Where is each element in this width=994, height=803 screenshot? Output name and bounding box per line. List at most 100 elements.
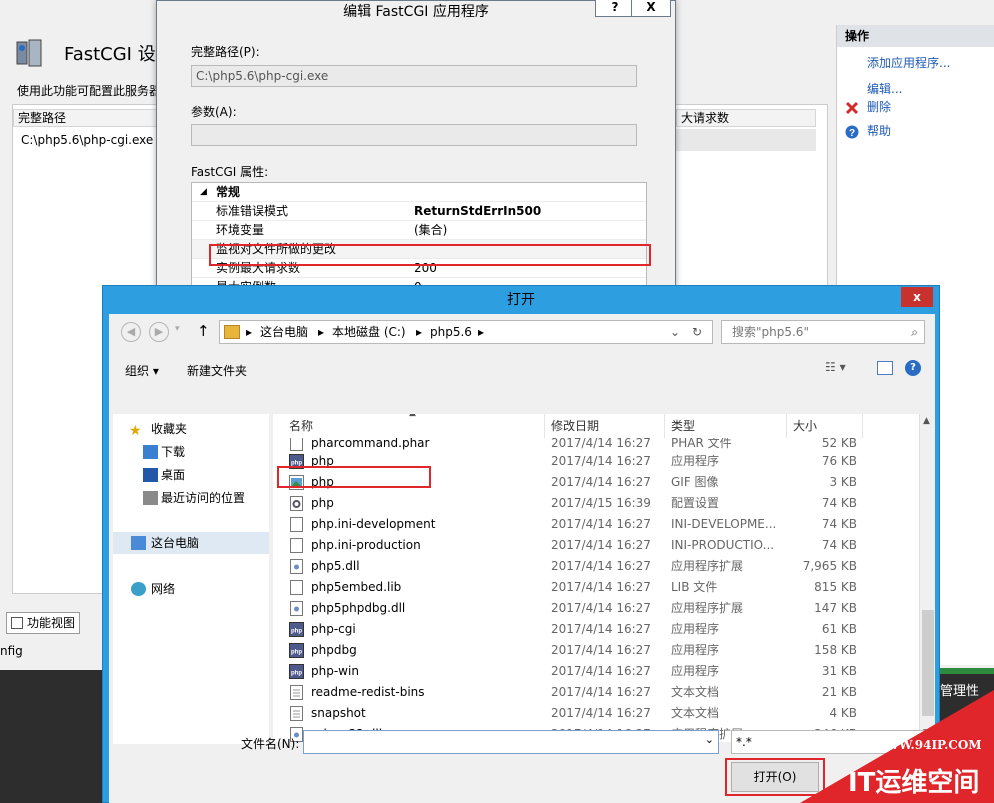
dll-icon [289,559,304,574]
nav-recent[interactable]: 最近访问的位置 [113,487,269,509]
view-options-icon[interactable]: ☷ ▾ [825,360,846,374]
features-view-label: 功能视图 [27,616,76,630]
args-field[interactable] [191,124,637,146]
file-type: 应用程序 [671,664,720,678]
feature-description: 使用此功能可配置此服务器 [17,84,162,98]
help-link[interactable]: ? 帮助 [837,120,994,142]
address-bar[interactable]: ▸ 这台电脑 ▸ 本地磁盘 (C:) ▸ php5.6 ▸ ⌄ ↻ [219,320,713,344]
filename-input[interactable]: ⌄ [303,730,719,754]
column-size[interactable]: 大小 [787,414,863,438]
preview-pane-icon[interactable] [877,361,893,375]
edit-close-button[interactable]: X [631,0,671,17]
nav-downloads[interactable]: 下载 [113,441,269,463]
php-exe-icon: php [289,664,304,679]
nav-downloads-label: 下载 [161,445,186,459]
nav-network-label: 网络 [151,582,176,596]
prop-value: (集合) [414,223,448,237]
filename-label: 文件名(N): [241,737,300,751]
file-list-header: 名称 修改日期 类型 大小 ▲ [273,414,919,438]
prop-row[interactable]: 标准错误模式 ReturnStdErrIn500 [192,202,646,221]
recent-dropdown-icon[interactable]: ▾ [175,324,180,334]
text-file-icon [289,706,304,721]
column-maxreq[interactable]: 大请求数 [676,109,816,127]
file-row[interactable]: php phpdbg 2017/4/14 16:27 应用程序 158 KB [273,640,919,661]
file-date: 2017/4/14 16:27 [551,706,651,720]
watermark: WWW.94IP.COM IT运维空间 [800,690,994,803]
column-date[interactable]: 修改日期 [545,414,665,438]
forward-button[interactable]: ▶ [149,322,169,342]
filter-value: *.* [736,735,752,749]
file-row[interactable]: php.ini-development 2017/4/14 16:27 INI-DE… [273,514,919,535]
edit-help-button[interactable]: ? [595,0,635,17]
search-input[interactable]: 搜索"php5.6" ⌕ [721,320,925,344]
prop-row[interactable]: 环境变量 (集合) [192,221,646,240]
open-close-button[interactable]: x [901,287,933,307]
back-button[interactable]: ◀ [121,322,141,342]
column-fullpath[interactable]: 完整路径 [13,109,159,127]
breadcrumb-this-pc[interactable]: 这台电脑 [260,321,308,343]
column-type[interactable]: 类型 [665,414,787,438]
file-type: 文本文档 [671,706,720,720]
nav-network[interactable]: 网络 [113,578,269,600]
fullpath-field[interactable]: C:\php5.6\php-cgi.exe [191,65,637,87]
status-left-text: nfig [0,644,23,658]
scroll-up-arrow[interactable]: ▲ [923,416,930,426]
address-dropdown-icon[interactable]: ⌄ [670,321,680,343]
up-arrow-icon[interactable]: ↑ [197,322,210,340]
file-row[interactable]: php5embed.lib 2017/4/14 16:27 LIB 文件 815 KB [273,577,919,598]
file-date: 2017/4/14 16:27 [551,685,651,699]
file-name: phpdbg [311,643,357,657]
breadcrumb-php56[interactable]: php5.6 [430,321,472,343]
file-date: 2017/4/15 16:39 [551,496,651,510]
collapse-triangle-icon: ◢ [200,187,207,197]
recent-places-icon [143,491,158,505]
file-row[interactable]: php php-win 2017/4/14 16:27 应用程序 31 KB [273,661,919,682]
dll-icon [289,601,304,616]
file-row[interactable]: php.ini-production 2017/4/14 16:27 INI-PRO… [273,535,919,556]
php-exe-icon: php [289,643,304,658]
breadcrumb-disk-c[interactable]: 本地磁盘 (C:) [332,321,406,343]
sort-up-icon: ▲ [409,414,416,418]
file-name: php [311,496,334,510]
file-size: 76 KB [821,454,857,468]
file-date: 2017/4/14 16:27 [551,475,651,489]
file-row[interactable]: php 2017/4/15 16:39 配置设置 74 KB [273,493,919,514]
help-icon[interactable]: ? [905,360,921,376]
file-type: 文本文档 [671,685,720,699]
delete-link[interactable]: 删除 [837,96,994,118]
section-general[interactable]: ◢ 常规 [192,183,646,202]
svg-text:?: ? [849,128,855,139]
file-date: 2017/4/14 16:27 [551,559,651,573]
file-row[interactable]: php5.dll 2017/4/14 16:27 应用程序扩展 7,965 KB [273,556,919,577]
nav-desktop[interactable]: 桌面 [113,464,269,486]
server-icon [14,38,44,68]
filename-dropdown-icon[interactable]: ⌄ [705,733,714,746]
tab-features-view[interactable]: 功能视图 [6,612,81,634]
settings-file-icon [289,496,304,511]
file-type: GIF 图像 [671,475,719,489]
file-name: snapshot [311,706,366,720]
organize-menu[interactable]: 组织 ▾ [125,362,159,379]
highlight-monitor-changes [209,244,651,266]
refresh-icon[interactable]: ↻ [692,321,702,343]
iis-feature-header: FastCGI 设 [0,30,160,80]
nav-favorites[interactable]: ★ 收藏夹 [113,418,269,440]
file-name: php5embed.lib [311,580,402,594]
file-row[interactable]: php5phpdbg.dll 2017/4/14 16:27 应用程序扩展 147 K… [273,598,919,619]
grid-row-selected[interactable] [676,129,816,151]
nav-this-pc[interactable]: 这台电脑 [113,532,269,554]
help-icon: ? [845,124,859,139]
file-size: 158 KB [814,643,857,657]
add-application-link[interactable]: 添加应用程序... [837,52,994,74]
file-type: 应用程序扩展 [671,559,744,573]
features-view-icon [11,617,23,629]
file-row[interactable]: php php-cgi 2017/4/14 16:27 应用程序 61 KB [273,619,919,640]
file-date: 2017/4/14 16:27 [551,664,651,678]
prop-value: ReturnStdErrIn500 [414,204,542,218]
watermark-url: WWW.94IP.COM [872,738,982,752]
nav-this-pc-label: 这台电脑 [151,536,200,550]
file-type: INI-DEVELOPME... [671,517,777,531]
file-type: LIB 文件 [671,580,718,594]
grid-row-path[interactable]: C:\php5.6\php-cgi.exe [21,133,153,147]
new-folder-button[interactable]: 新建文件夹 [187,362,247,379]
